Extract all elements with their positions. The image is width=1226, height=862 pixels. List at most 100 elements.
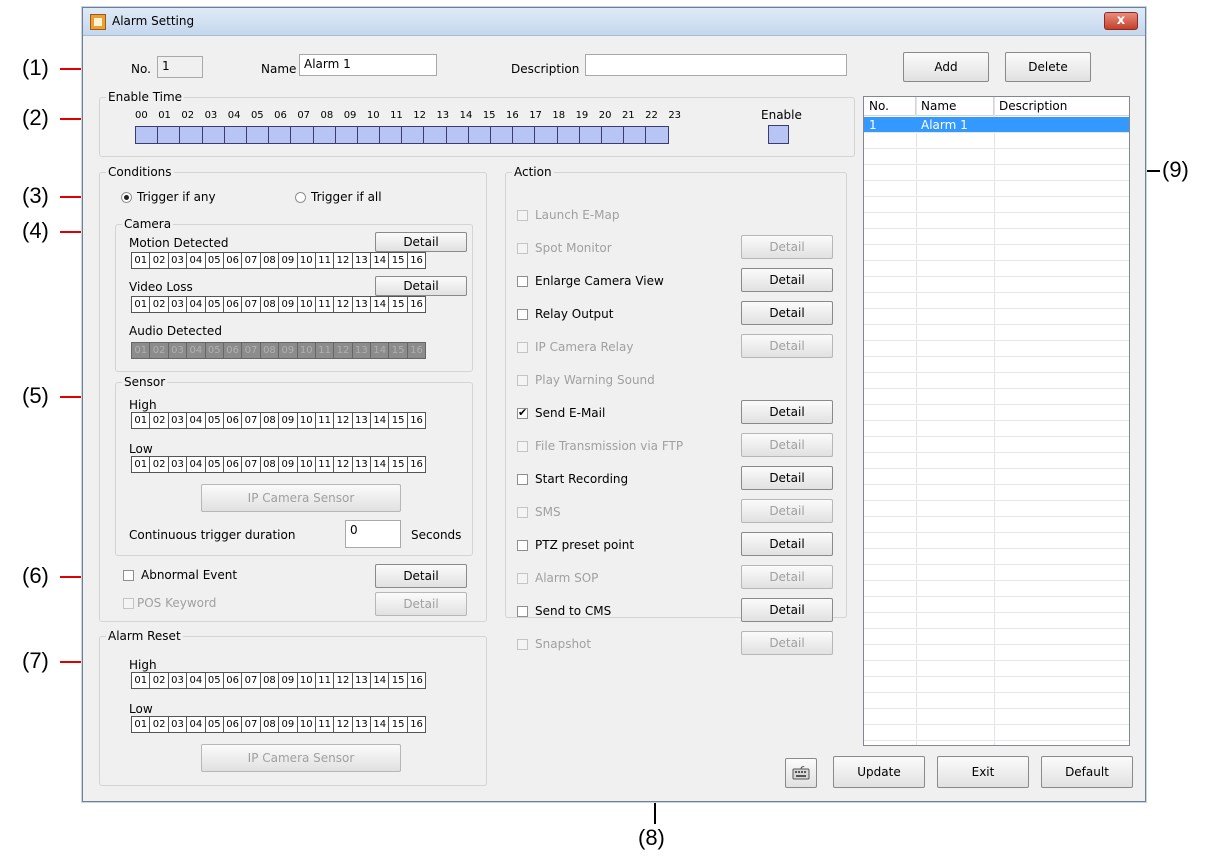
action-checkbox[interactable] <box>517 210 528 221</box>
table-row[interactable] <box>864 613 1129 629</box>
channel-cell[interactable]: 07 <box>241 296 261 313</box>
channel-cell[interactable]: 07 <box>241 252 261 269</box>
channel-cell[interactable]: 11 <box>314 672 335 689</box>
channel-cell[interactable]: 07 <box>241 412 261 429</box>
table-row[interactable] <box>864 261 1129 277</box>
channel-cell[interactable]: 15 <box>388 412 408 429</box>
channel-cell[interactable]: 05 <box>204 252 224 269</box>
table-row[interactable] <box>864 165 1129 181</box>
hour-cell[interactable] <box>245 126 270 144</box>
channel-cell[interactable]: 07 <box>241 672 261 689</box>
channel-cell[interactable]: 09 <box>278 296 298 313</box>
channel-cell[interactable]: 02 <box>149 716 169 733</box>
channel-cell[interactable]: 08 <box>259 672 280 689</box>
pos-keyword-checkbox[interactable] <box>123 598 134 609</box>
table-row[interactable] <box>864 133 1129 149</box>
motion-channels[interactable]: 01 02 03 04 05 06 07 08 09 10 11 12 13 14 15 16 <box>131 252 427 269</box>
channel-cell[interactable]: 10 <box>296 672 316 689</box>
hour-cell[interactable] <box>512 126 536 144</box>
channel-cell[interactable]: 02 <box>149 412 169 429</box>
hour-cell[interactable] <box>600 126 625 144</box>
channel-cell[interactable]: 02 <box>149 252 169 269</box>
channel-cell[interactable]: 06 <box>222 672 243 689</box>
action-detail-button[interactable]: Detail <box>741 400 833 424</box>
table-row[interactable] <box>864 677 1129 693</box>
channel-cell[interactable]: 12 <box>333 672 353 689</box>
table-row[interactable] <box>864 693 1129 709</box>
pos-keyword-detail-button[interactable]: Detail <box>375 592 467 616</box>
table-row[interactable] <box>864 293 1129 309</box>
channel-cell[interactable]: 03 <box>167 456 188 473</box>
description-field[interactable] <box>585 54 847 76</box>
hour-cell[interactable] <box>445 126 469 144</box>
action-checkbox[interactable] <box>517 573 528 584</box>
hour-cell[interactable] <box>268 126 292 144</box>
channel-cell[interactable]: 06 <box>222 456 243 473</box>
channel-cell[interactable]: 01 <box>131 412 151 429</box>
close-button[interactable]: x <box>1104 12 1138 30</box>
table-row[interactable] <box>864 517 1129 533</box>
action-detail-button[interactable]: Detail <box>741 466 833 490</box>
channel-cell[interactable]: 12 <box>333 456 353 473</box>
channel-cell[interactable]: 07 <box>241 456 261 473</box>
table-row[interactable]: 1 Alarm 1 <box>864 117 1129 133</box>
delete-button[interactable]: Delete <box>1005 52 1091 82</box>
reset-high-channels[interactable]: 01 02 03 04 05 06 07 08 09 10 11 12 13 14 15 16 <box>131 672 427 689</box>
channel-cell[interactable]: 16 <box>406 456 427 473</box>
table-row[interactable] <box>864 453 1129 469</box>
channel-cell[interactable]: 16 <box>406 252 427 269</box>
hour-cell[interactable] <box>645 126 669 144</box>
channel-cell[interactable]: 11 <box>314 716 335 733</box>
table-row[interactable] <box>864 197 1129 213</box>
channel-cell[interactable]: 11 <box>314 252 335 269</box>
channel-cell[interactable]: 03 <box>167 672 188 689</box>
hour-cell[interactable] <box>401 126 425 144</box>
table-row[interactable] <box>864 725 1129 741</box>
hour-cell[interactable] <box>623 126 647 144</box>
channel-cell[interactable]: 09 <box>278 456 298 473</box>
add-button[interactable]: Add <box>903 52 989 82</box>
hour-cell[interactable] <box>135 126 159 144</box>
channel-cell[interactable]: 01 <box>131 252 151 269</box>
table-row[interactable] <box>864 213 1129 229</box>
hour-cell[interactable] <box>290 126 314 144</box>
channel-cell[interactable]: 06 <box>222 412 243 429</box>
channel-cell[interactable]: 10 <box>296 252 316 269</box>
name-field[interactable]: Alarm 1 <box>299 54 437 76</box>
channel-cell[interactable]: 05 <box>204 412 224 429</box>
hour-cell[interactable] <box>578 126 602 144</box>
channel-cell[interactable]: 13 <box>351 412 372 429</box>
channel-cell[interactable]: 01 <box>131 716 151 733</box>
sensor-low-channels[interactable]: 01 02 03 04 05 06 07 08 09 10 11 12 13 14 15 16 <box>131 456 427 473</box>
table-row[interactable] <box>864 421 1129 437</box>
channel-cell[interactable]: 05 <box>204 716 224 733</box>
column-name[interactable]: Name <box>916 97 994 115</box>
channel-cell[interactable]: 14 <box>370 716 390 733</box>
table-row[interactable] <box>864 373 1129 389</box>
update-button[interactable]: Update <box>833 756 925 788</box>
channel-cell[interactable]: 14 <box>370 252 390 269</box>
column-no[interactable]: No. <box>864 97 916 115</box>
abnormal-event-detail-button[interactable]: Detail <box>375 564 467 588</box>
channel-cell[interactable]: 09 <box>278 412 298 429</box>
hour-cell[interactable] <box>334 126 358 144</box>
channel-cell[interactable]: 01 <box>131 672 151 689</box>
channel-cell[interactable]: 02 <box>149 296 169 313</box>
video-loss-detail-button[interactable]: Detail <box>375 276 467 296</box>
channel-cell[interactable]: 11 <box>314 456 335 473</box>
action-checkbox[interactable] <box>517 540 528 551</box>
table-row[interactable] <box>864 277 1129 293</box>
channel-cell[interactable]: 12 <box>333 412 353 429</box>
channel-cell[interactable]: 13 <box>351 456 372 473</box>
channel-cell[interactable]: 16 <box>406 716 427 733</box>
column-description[interactable]: Description <box>994 97 1131 115</box>
channel-cell[interactable]: 02 <box>149 672 169 689</box>
table-row[interactable] <box>864 549 1129 565</box>
keyboard-button[interactable] <box>785 758 817 788</box>
table-row[interactable] <box>864 501 1129 517</box>
action-detail-button[interactable]: Detail <box>741 499 833 523</box>
table-row[interactable] <box>864 597 1129 613</box>
channel-cell[interactable]: 08 <box>259 716 280 733</box>
action-checkbox[interactable] <box>517 639 528 650</box>
reset-ip-camera-sensor-button[interactable]: IP Camera Sensor <box>201 744 401 772</box>
